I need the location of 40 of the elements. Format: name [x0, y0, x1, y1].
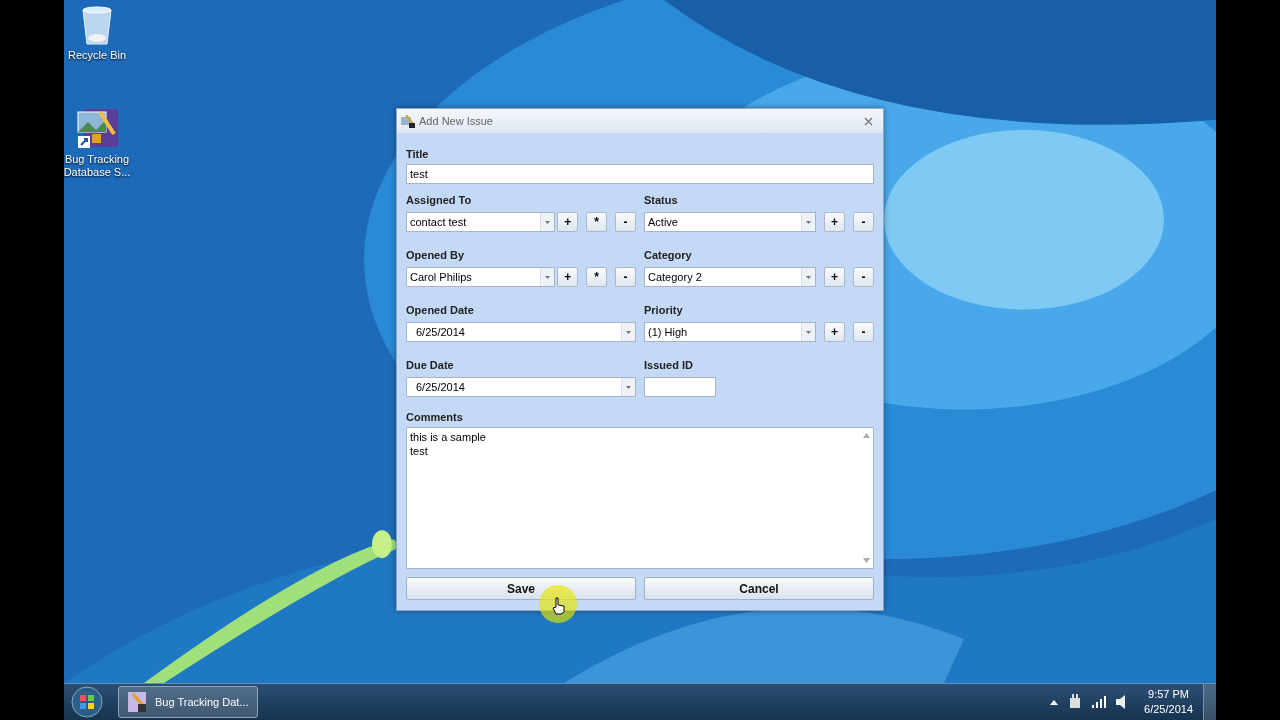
small-button[interactable]: *: [586, 267, 608, 287]
small-button[interactable]: +: [557, 267, 579, 287]
comments-field[interactable]: this is a sample test: [406, 427, 874, 569]
small-button[interactable]: +: [557, 212, 579, 232]
dropdown-field[interactable]: 6/25/2014: [406, 377, 636, 397]
small-button[interactable]: *: [586, 212, 608, 232]
dialog-button[interactable]: Cancel: [644, 577, 874, 600]
title-field[interactable]: test: [406, 164, 874, 184]
clock[interactable]: 9:57 PM 6/25/2014: [1144, 687, 1193, 717]
field-label: Status: [644, 194, 678, 207]
dropdown-field[interactable]: Active: [644, 212, 816, 232]
desktop-icon-label[interactable]: Bug Tracking Database S...: [64, 153, 135, 179]
dropdown-field[interactable]: contact test: [406, 212, 556, 232]
dialog-button[interactable]: Save: [406, 577, 636, 600]
small-button[interactable]: -: [853, 212, 874, 232]
small-button[interactable]: -: [615, 212, 636, 232]
field-label: Due Date: [406, 359, 454, 372]
small-button[interactable]: +: [824, 322, 845, 342]
comment-text: test: [410, 444, 428, 458]
field-label: Category: [644, 249, 692, 262]
window-title: Add New Issue: [419, 115, 494, 127]
field-label: Issued ID: [644, 359, 693, 372]
small-button[interactable]: +: [824, 212, 845, 232]
dropdown-field[interactable]: (1) High: [644, 322, 816, 342]
field-label: Priority: [644, 304, 683, 317]
dropdown-field[interactable]: 6/25/2014: [406, 322, 636, 342]
field-label: Opened Date: [406, 304, 474, 317]
small-button[interactable]: -: [853, 267, 874, 287]
dropdown-field[interactable]: Carol Philips: [406, 267, 556, 287]
field-label: Assigned To: [406, 194, 472, 207]
field-label: Opened By: [406, 249, 465, 262]
field-label: Comments: [406, 411, 463, 424]
dropdown-field[interactable]: Category 2: [644, 267, 816, 287]
comment-text: this is a sample: [410, 430, 486, 444]
small-button[interactable]: -: [853, 322, 874, 342]
small-button[interactable]: -: [615, 267, 636, 287]
desktop-icon-label[interactable]: Recycle Bin: [64, 49, 135, 62]
field-label: Title: [406, 148, 429, 161]
small-button[interactable]: +: [824, 267, 845, 287]
taskbar-button[interactable]: Bug Tracking Dat...: [118, 686, 258, 718]
